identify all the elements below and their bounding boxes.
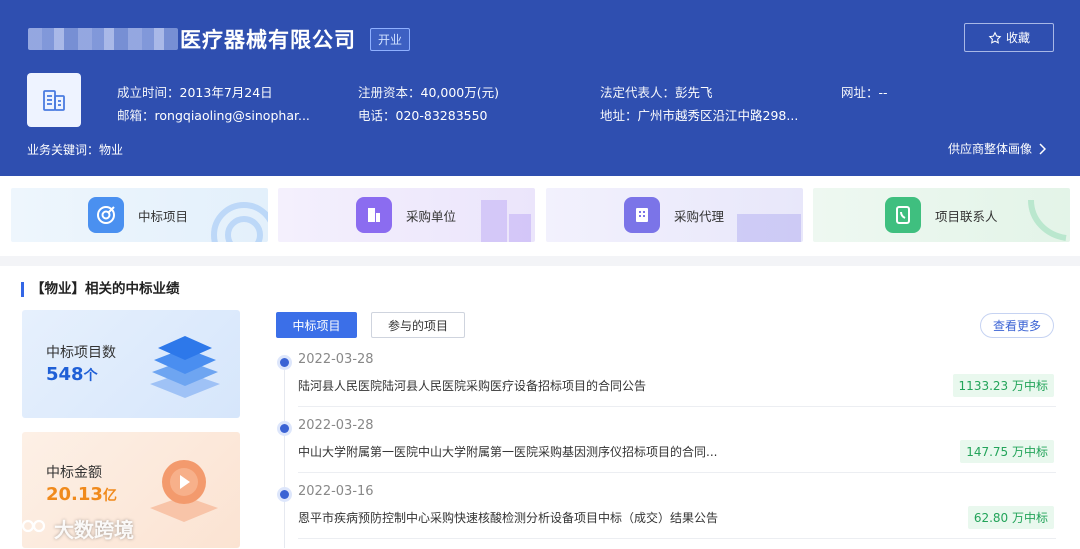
star-icon xyxy=(988,31,1002,44)
record-date: 2022-03-28 xyxy=(298,418,374,433)
target-decoration-icon xyxy=(211,202,268,242)
business-keywords: 业务关键词：物业 xyxy=(27,143,124,157)
timeline-dot xyxy=(280,490,289,499)
record-amount-badge: 1133.23 万中标 xyxy=(952,374,1054,397)
timeline-record[interactable]: 2022-03-28 陆河县人民医院陆河县人民医院采购医疗设备招标项目的合同公告… xyxy=(276,352,1056,418)
keywords-value: 物业 xyxy=(99,143,124,157)
nav-card-winning-projects[interactable]: 中标项目 xyxy=(11,188,268,242)
view-more-button[interactable]: 查看更多 xyxy=(980,313,1054,338)
address-info: 地址：广州市越秀区沿江中路298... xyxy=(600,108,799,123)
email-value[interactable]: rongqiaoling@sinophar... xyxy=(155,108,310,123)
address-value: 广州市越秀区沿江中路298... xyxy=(637,108,799,123)
website-value: -- xyxy=(878,85,888,100)
record-date: 2022-03-16 xyxy=(298,484,374,499)
divider xyxy=(298,472,1056,473)
watermark-logo-icon xyxy=(11,519,46,537)
stat-value: 548个 xyxy=(46,364,98,385)
tab-participated-projects[interactable]: 参与的项目 xyxy=(371,312,465,338)
office-building-icon xyxy=(624,197,660,233)
building-icon xyxy=(356,197,392,233)
legal-rep-value[interactable]: 彭先飞 xyxy=(675,85,713,100)
nav-card-label: 采购代理 xyxy=(674,208,725,224)
redacted-name-block xyxy=(28,28,178,50)
office-decoration-icon xyxy=(737,214,801,242)
divider xyxy=(298,406,1056,407)
target-check-icon xyxy=(88,197,124,233)
record-title[interactable]: 恩平市疾病预防控制中心采购快速核酸检测分析设备项目中标（成交）结果公告 xyxy=(298,509,718,526)
nav-card-purchase-agents[interactable]: 采购代理 xyxy=(546,188,803,242)
record-amount-badge: 147.75 万中标 xyxy=(960,440,1054,463)
watermark: 大数跨境 xyxy=(8,514,134,543)
chevron-right-icon xyxy=(1039,142,1047,155)
website-info: 网址：-- xyxy=(841,85,888,100)
favorite-label: 收藏 xyxy=(1005,31,1030,45)
company-logo xyxy=(27,73,81,127)
watermark-text: 大数跨境 xyxy=(54,518,134,542)
status-badge: 开业 xyxy=(370,27,411,51)
nav-cards: 中标项目 采购单位 采购代理 项目联系人 xyxy=(0,176,1080,256)
building-decoration-icon xyxy=(481,200,531,242)
legal-rep-info: 法定代表人：彭先飞 xyxy=(600,85,713,100)
record-title[interactable]: 中山大学附属第一医院中山大学附属第一医院采购基因测序仪招标项目的合同... xyxy=(298,443,717,460)
capital-value: 40,000万(元) xyxy=(420,85,500,100)
performance-section: 【物业】相关的中标业绩 中标项目数 548个 中标金额 20.13亿 中标项目 … xyxy=(0,266,1080,549)
capital-info: 注册资本：40,000万(元) xyxy=(358,85,500,100)
section-title: 【物业】相关的中标业绩 xyxy=(21,282,180,297)
divider xyxy=(298,538,1056,539)
supplier-portrait-link[interactable]: 供应商整体画像 xyxy=(948,140,1047,157)
nav-card-purchasers[interactable]: 采购单位 xyxy=(278,188,535,242)
nav-card-label: 采购单位 xyxy=(406,208,457,224)
coin-stack-icon xyxy=(150,460,218,522)
company-header: 医疗器械有限公司 开业 收藏 成立时间：2013年7月24日 注册资本：40,0… xyxy=(0,0,1080,176)
stat-label: 中标金额 xyxy=(46,465,102,481)
building-logo-icon xyxy=(43,90,65,111)
nav-card-label: 中标项目 xyxy=(138,208,189,224)
nav-card-project-contacts[interactable]: 项目联系人 xyxy=(813,188,1070,242)
founded-info: 成立时间：2013年7月24日 xyxy=(117,85,273,100)
timeline-dot xyxy=(280,424,289,433)
founded-value: 2013年7月24日 xyxy=(179,85,273,100)
company-name: 医疗器械有限公司 xyxy=(180,28,356,52)
timeline-dot xyxy=(280,358,289,367)
nav-card-label: 项目联系人 xyxy=(935,208,998,224)
phone-book-icon xyxy=(885,197,921,233)
stat-value: 20.13亿 xyxy=(46,484,117,505)
phone-decoration-icon xyxy=(1028,199,1067,241)
record-amount-badge: 62.80 万中标 xyxy=(967,506,1054,529)
phone-info: 电话：020-83283550 xyxy=(358,108,488,123)
phone-value: 020-83283550 xyxy=(395,108,488,123)
company-title-row: 医疗器械有限公司 开业 xyxy=(28,24,411,54)
stacked-layers-icon xyxy=(150,336,220,398)
record-date: 2022-03-28 xyxy=(298,352,374,367)
timeline-record[interactable]: 2022-03-28 中山大学附属第一医院中山大学附属第一医院采购基因测序仪招标… xyxy=(276,418,1056,484)
timeline-record[interactable]: 2022-03-16 恩平市疾病预防控制中心采购快速核酸检测分析设备项目中标（成… xyxy=(276,484,1056,549)
stat-label: 中标项目数 xyxy=(46,345,116,361)
favorite-button[interactable]: 收藏 xyxy=(964,23,1054,52)
email-info: 邮箱：rongqiaoling@sinophar... xyxy=(117,108,310,123)
tab-winning-projects[interactable]: 中标项目 xyxy=(276,312,357,338)
record-title[interactable]: 陆河县人民医院陆河县人民医院采购医疗设备招标项目的合同公告 xyxy=(298,377,646,394)
stat-card-project-count[interactable]: 中标项目数 548个 xyxy=(22,310,240,418)
